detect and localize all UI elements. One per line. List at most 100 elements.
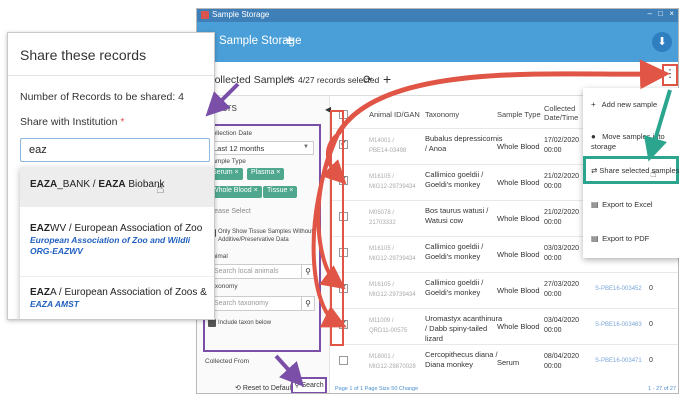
option-eaza[interactable]: EAZA / European Association of Zoos & EA… bbox=[20, 279, 214, 319]
sample-type-cell: Whole Blood bbox=[497, 286, 540, 295]
share-records-dialog: Share these records Number of Records to… bbox=[7, 32, 215, 320]
window-title: Sample Storage bbox=[212, 10, 270, 19]
collected-date-cell: 03/04/2020 00:00 bbox=[544, 317, 580, 334]
hand-cursor-icon: ☝ bbox=[156, 180, 165, 196]
sample-link[interactable]: S-PBE16-003471 bbox=[595, 358, 642, 364]
add-tab-icon[interactable]: + bbox=[285, 32, 294, 49]
download-icon[interactable]: ⬇ bbox=[652, 32, 672, 52]
menu-item-share-selected[interactable]: ⇄ Share selected samples ☝ bbox=[583, 156, 679, 184]
pager-left[interactable]: Page 1 of 1 Page Size 50 Change bbox=[335, 386, 418, 392]
minimize-icon[interactable]: – bbox=[648, 9, 652, 18]
table-row[interactable]: M18001 /MIG12-29870028 Cercopithecus dian… bbox=[331, 344, 678, 380]
collected-from-label: Collected From bbox=[205, 358, 250, 365]
filters-highlight-box: Collection Date Last 12 months ▼ Sample … bbox=[203, 124, 321, 352]
chip-plasma[interactable]: Plasma × bbox=[247, 168, 285, 180]
taxonomy-cell: Cercopithecus diana / Diana monkey bbox=[425, 350, 498, 369]
collected-date-cell: 03/03/2020 00:00 bbox=[544, 245, 580, 262]
collection-date-select[interactable]: Last 12 months ▼ bbox=[208, 141, 314, 155]
chip-whole-blood[interactable]: Whole Blood × bbox=[208, 186, 262, 198]
collected-date-cell: 21/02/2020 00:00 bbox=[544, 209, 580, 226]
option-eazwv[interactable]: EAZWV / European Association of Zoo Euro… bbox=[20, 207, 214, 277]
dialog-divider bbox=[8, 75, 214, 76]
only-show-tissue-label: Only Show Tissue Samples Without Additiv… bbox=[218, 229, 314, 243]
animal-id-cell: M14001 /PBE14-03498 bbox=[369, 138, 407, 154]
filters-panel: Filters ◀ Collection Date Last 12 months… bbox=[197, 96, 331, 393]
taxonomy-search-input[interactable]: Search taxonomy bbox=[208, 296, 302, 311]
collected-date-cell: 08/04/2020 00:00 bbox=[544, 353, 580, 370]
tab-collected-samples[interactable]: Collected Samples bbox=[207, 74, 295, 86]
excel-icon: ▤ bbox=[591, 200, 599, 209]
taxonomy-cell: Callimico goeldii / Goeldi's monkey bbox=[425, 170, 484, 189]
sample-type-cell: Whole Blood bbox=[497, 214, 540, 223]
menu-item-move-samples[interactable]: ● Move samples into storage bbox=[591, 132, 679, 152]
screenshot-stage: Sample Storage – □ × ⌂ Sample Storage + … bbox=[0, 0, 679, 394]
taxonomy-cell: Bos taurus watusi / Watusi cow bbox=[425, 206, 489, 225]
pager-range: 1 - 27 of 27 bbox=[648, 386, 676, 392]
option-eaza-bank[interactable]: EAZA_BANK / EAZA Biobank ☝ bbox=[20, 167, 214, 207]
app-icon bbox=[201, 11, 209, 19]
animal-id-cell: M16105 /MIG12-29739434 bbox=[369, 246, 416, 262]
chevron-down-icon: ▼ bbox=[303, 144, 309, 150]
checkbox-column-highlight bbox=[330, 110, 344, 346]
menu-item-add-sample[interactable]: + Add new sample bbox=[591, 100, 679, 110]
add-icon[interactable]: + bbox=[383, 71, 391, 87]
count-cell: 0 bbox=[649, 357, 653, 364]
sample-link[interactable]: S-PBE16-003452 bbox=[595, 286, 642, 292]
sample-type-cell: Whole Blood bbox=[497, 142, 540, 151]
animal-id-cell: M18001 /MIG12-29870028 bbox=[369, 354, 416, 370]
chip-tissue[interactable]: Tissue × bbox=[263, 186, 298, 198]
header-taxonomy[interactable]: Taxonomy bbox=[425, 110, 459, 119]
animal-id-cell: M16105 /MIG12-29739434 bbox=[369, 174, 416, 190]
taxonomy-cell: Callimico goeldii / Goeldi's monkey bbox=[425, 242, 484, 261]
sample-link[interactable]: S-PBE16-003463 bbox=[595, 322, 642, 328]
menu-item-export-excel[interactable]: ▤ Export to Excel bbox=[591, 200, 679, 210]
count-cell: 0 bbox=[649, 285, 653, 292]
sample-type-cell: Serum bbox=[497, 358, 520, 367]
animal-search-input[interactable]: Search local animals bbox=[208, 264, 302, 279]
include-taxon-label: Include taxon below bbox=[218, 320, 272, 326]
count-cell: 0 bbox=[649, 321, 653, 328]
window-titlebar: Sample Storage – □ × bbox=[197, 9, 678, 22]
app-header-bar: ⌂ Sample Storage + ⬇ bbox=[197, 22, 678, 62]
table-row[interactable]: M11009 /QRD11-00575 Uromastyx acanthinura… bbox=[331, 308, 678, 344]
institution-label: Share with Institution * bbox=[20, 116, 125, 128]
collected-date-cell: 17/02/2020 00:00 bbox=[544, 137, 580, 154]
plus-icon: + bbox=[591, 100, 596, 109]
search-icon[interactable]: ⚲ bbox=[301, 296, 315, 311]
records-count-label: Number of Records to be shared: 4 bbox=[20, 91, 185, 103]
search-icon[interactable]: ⚲ bbox=[301, 264, 315, 279]
reset-to-default-button[interactable]: ⟲ Reset to Default bbox=[235, 384, 293, 392]
search-button[interactable]: ⚲ Search bbox=[291, 377, 327, 393]
reload-icon[interactable]: ⟳ bbox=[363, 73, 372, 86]
sample-type-cell: Whole Blood bbox=[497, 250, 540, 259]
share-icon: ⇄ bbox=[591, 166, 598, 175]
close-tab-icon[interactable]: × bbox=[287, 74, 293, 85]
taxonomy-cell: Uromastyx acanthinura / Dabb spiny-tailed… bbox=[425, 314, 503, 343]
include-taxon-checkbox[interactable] bbox=[208, 319, 216, 327]
close-window-icon[interactable]: × bbox=[669, 9, 674, 18]
table-row[interactable]: M16105 /MIG12-29739434 Callimico goeldii … bbox=[331, 272, 678, 308]
animal-id-cell: M16105 /MIG12-29739434 bbox=[369, 282, 416, 298]
pager: Page 1 of 1 Page Size 50 Change 1 - 27 o… bbox=[331, 386, 678, 393]
menu-item-export-pdf[interactable]: ▤ Export to PDF bbox=[591, 234, 679, 244]
more-options-button[interactable]: ⋮ bbox=[662, 64, 678, 86]
row-checkbox[interactable] bbox=[339, 356, 348, 365]
sample-type-cell: Whole Blood bbox=[497, 178, 540, 187]
institution-options-list: EAZA_BANK / EAZA Biobank ☝ EAZWV / Europ… bbox=[20, 167, 214, 319]
animal-id-cell: M05078 /21703332 bbox=[369, 210, 396, 226]
institution-search-input[interactable] bbox=[20, 138, 210, 162]
pdf-icon: ▤ bbox=[591, 234, 599, 243]
header-animal-id[interactable]: Animal ID/GAN bbox=[369, 110, 420, 119]
maximize-icon[interactable]: □ bbox=[658, 9, 663, 18]
sample-type-cell: Whole Blood bbox=[497, 322, 540, 331]
header-collected-date[interactable]: Collected Date/Time bbox=[544, 104, 580, 122]
animal-id-cell: M11009 /QRD11-00575 bbox=[369, 318, 408, 334]
move-icon: ● bbox=[591, 132, 596, 141]
collected-date-cell: 21/02/2020 00:00 bbox=[544, 173, 580, 190]
header-sample-type[interactable]: Sample Type bbox=[497, 110, 541, 119]
taxonomy-cell: Bubalus depressicornis / Anoa bbox=[425, 134, 503, 153]
dialog-title: Share these records bbox=[20, 47, 147, 63]
hand-cursor-icon: ☝ bbox=[650, 168, 657, 180]
taxonomy-cell: Callimico goeldii / Goeldi's monkey bbox=[425, 278, 484, 297]
collected-date-cell: 27/03/2020 00:00 bbox=[544, 281, 580, 298]
